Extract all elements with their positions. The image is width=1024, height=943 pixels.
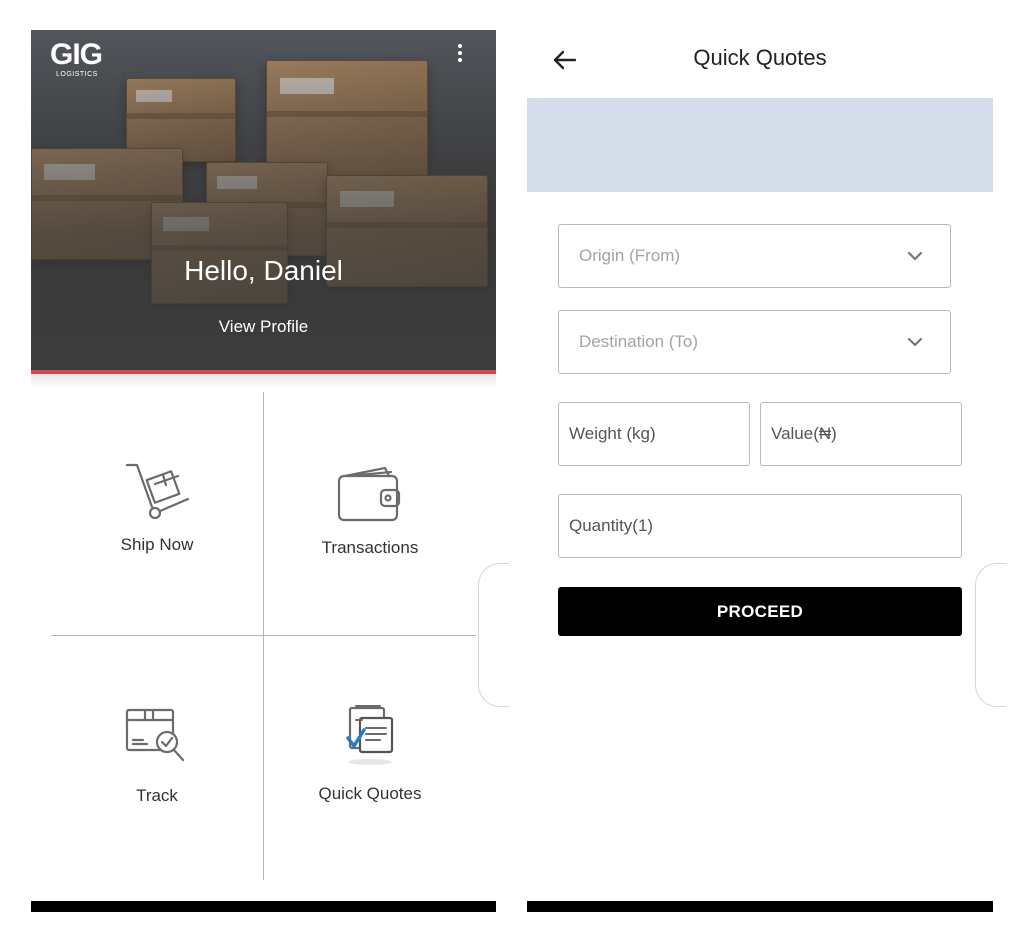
chevron-down-icon <box>907 251 923 261</box>
more-options-icon[interactable] <box>452 44 468 70</box>
side-drawer-handle[interactable] <box>975 563 1006 707</box>
track-tile[interactable]: Track <box>51 704 263 806</box>
hero-shadow <box>31 374 496 388</box>
grid-divider-horizontal <box>51 635 476 636</box>
quick-quotes-label: Quick Quotes <box>318 784 422 803</box>
chevron-down-icon <box>907 337 923 347</box>
page-title: Quick Quotes <box>693 45 827 70</box>
track-package-icon <box>125 708 185 762</box>
quantity-input[interactable] <box>559 495 961 557</box>
quote-document-icon <box>346 705 394 765</box>
promo-banner <box>527 98 993 192</box>
weight-field-wrapper <box>558 402 750 466</box>
proceed-button[interactable]: PROCEED <box>558 587 962 636</box>
quantity-field-wrapper <box>558 494 962 558</box>
bottom-bar <box>527 901 993 912</box>
gig-logo: GIG LOGISTICS <box>50 38 103 79</box>
origin-dropdown[interactable]: Origin (From) <box>558 224 951 288</box>
wallet-icon <box>337 466 401 522</box>
destination-placeholder: Destination (To) <box>579 332 699 351</box>
origin-placeholder: Origin (From) <box>579 246 681 265</box>
ship-now-label: Ship Now <box>120 535 194 554</box>
ship-now-tile[interactable]: Ship Now <box>51 455 263 555</box>
bottom-bar <box>31 901 496 912</box>
transactions-label: Transactions <box>321 538 419 557</box>
trolley-icon <box>125 463 190 520</box>
quick-quotes-tile[interactable]: Quick Quotes <box>264 702 476 804</box>
greeting-text: Hello, Daniel <box>184 255 343 286</box>
view-profile-link[interactable]: View Profile <box>31 317 496 337</box>
weight-input[interactable] <box>559 403 749 465</box>
logo-text: GIG <box>50 38 103 71</box>
side-drawer-handle[interactable] <box>478 563 509 707</box>
transactions-tile[interactable]: Transactions <box>264 462 476 558</box>
value-input[interactable] <box>761 403 961 465</box>
track-label: Track <box>136 786 178 805</box>
logo-subtext: LOGISTICS <box>56 71 98 78</box>
destination-dropdown[interactable]: Destination (To) <box>558 310 951 374</box>
value-field-wrapper <box>760 402 962 466</box>
